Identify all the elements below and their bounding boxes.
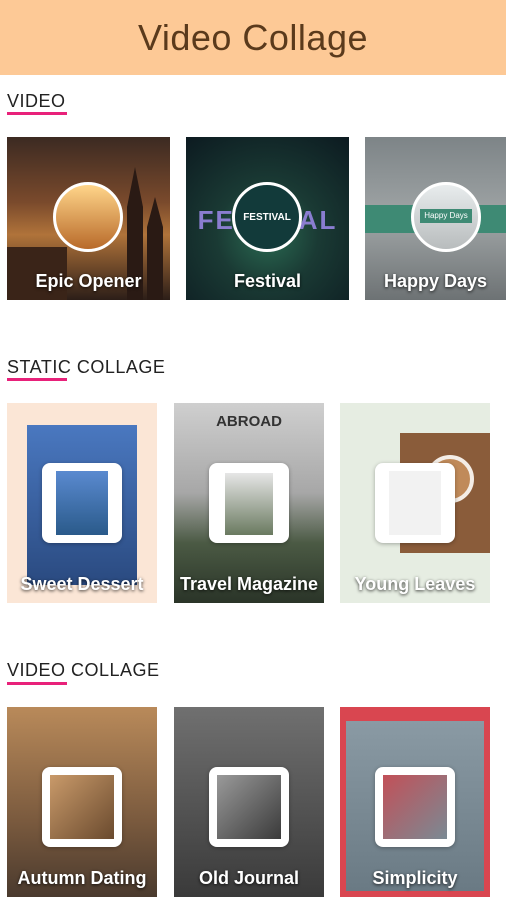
thumbnail-photo	[50, 775, 114, 839]
thumbnail-photo	[56, 471, 108, 535]
app-title: Video Collage	[137, 16, 368, 58]
template-card-young-leaves[interactable]: Young Leaves	[340, 403, 490, 603]
template-label: Travel Magazine	[179, 574, 319, 594]
template-label: Epic Opener	[35, 271, 142, 291]
preview-circle: FESTIVAL	[232, 182, 302, 252]
preview-thumbnail	[375, 767, 455, 847]
preview-thumbnail	[209, 767, 289, 847]
template-label: Young Leaves	[354, 574, 476, 594]
preview-circle: Happy Days	[411, 182, 481, 252]
section-title-video-collage: VIDEO COLLAGE	[7, 660, 160, 680]
template-card-travel-magazine[interactable]: ABROAD Travel Magazine	[174, 403, 324, 603]
template-label: Simplicity	[372, 868, 458, 888]
section-underline	[7, 112, 67, 115]
thumbnail-photo	[389, 471, 441, 535]
template-label: Festival	[233, 271, 302, 291]
thumbnail-photo	[383, 775, 447, 839]
thumbnail-photo	[225, 473, 273, 535]
preview-circle	[53, 182, 123, 252]
template-card-happy-days[interactable]: Happy Days Happy Days	[365, 137, 506, 300]
template-label: Sweet Dessert	[20, 574, 144, 594]
section-title-static-collage: STATIC COLLAGE	[7, 357, 166, 377]
festival-circle-text: FESTIVAL	[243, 211, 291, 223]
template-label: Old Journal	[198, 868, 299, 888]
template-card-simplicity[interactable]: Simplicity	[340, 707, 490, 897]
template-card-sweet-dessert[interactable]: Sweet Dessert	[7, 403, 157, 603]
section-title-video: VIDEO	[7, 91, 66, 111]
template-card-festival[interactable]: FESTIVAL FESTIVAL Festival	[186, 137, 349, 300]
preview-thumbnail	[375, 463, 455, 543]
preview-thumbnail	[42, 767, 122, 847]
template-card-old-journal[interactable]: Old Journal	[174, 707, 324, 897]
preview-thumbnail	[42, 463, 122, 543]
section-underline	[7, 682, 67, 685]
template-card-autumn-dating[interactable]: Autumn Dating	[7, 707, 157, 897]
template-label: Happy Days	[383, 271, 488, 291]
thumbnail-photo	[217, 775, 281, 839]
app-header: Video Collage	[0, 0, 506, 75]
preview-thumbnail	[209, 463, 289, 543]
template-card-epic-opener[interactable]: Epic Opener	[7, 137, 170, 300]
sign-text: Happy Days	[420, 209, 472, 223]
template-label: Autumn Dating	[17, 868, 147, 888]
section-underline	[7, 378, 67, 381]
magazine-title: ABROAD	[216, 413, 282, 430]
